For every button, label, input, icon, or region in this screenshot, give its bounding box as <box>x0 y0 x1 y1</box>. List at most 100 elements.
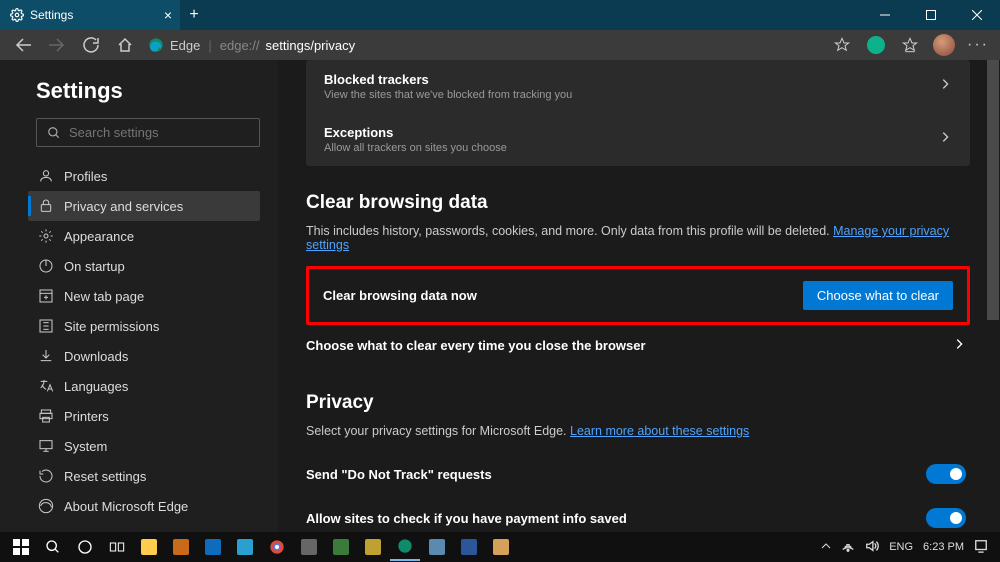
notifications-icon[interactable] <box>974 539 988 556</box>
sidebar-item-profiles[interactable]: Profiles <box>28 161 260 191</box>
choose-what-to-clear-button[interactable]: Choose what to clear <box>803 281 953 310</box>
chevron-right-icon <box>938 77 952 96</box>
taskbar-app-mail[interactable] <box>198 533 228 561</box>
sidebar-item-label: About Microsoft Edge <box>64 499 188 514</box>
search-icon <box>47 126 61 140</box>
taskbar-app-store[interactable] <box>166 533 196 561</box>
windows-taskbar: ENG 6:23 PM <box>0 532 1000 562</box>
tray-lang[interactable]: ENG <box>889 541 913 553</box>
url-box[interactable]: Edge | edge://settings/privacy <box>144 37 824 53</box>
sidebar-item-on-startup[interactable]: On startup <box>28 251 260 281</box>
sidebar-item-label: Appearance <box>64 229 134 244</box>
privacy-section-title: Privacy <box>306 392 970 414</box>
start-button[interactable] <box>6 533 36 561</box>
sidebar-item-downloads[interactable]: Downloads <box>28 341 260 371</box>
search-settings-box[interactable] <box>36 118 260 147</box>
network-icon[interactable] <box>841 539 855 556</box>
scrollbar[interactable] <box>986 60 1000 532</box>
window-close-button[interactable] <box>954 0 1000 30</box>
edge-icon <box>148 37 164 53</box>
profile-avatar[interactable] <box>930 31 958 59</box>
url-protocol: edge:// <box>220 38 260 53</box>
taskbar-app-paint[interactable] <box>486 533 516 561</box>
cortana-icon[interactable] <box>70 533 100 561</box>
taskbar-app-edge[interactable] <box>390 533 420 561</box>
sidebar-item-label: Languages <box>64 379 128 394</box>
privacy-section-subtitle: Select your privacy settings for Microso… <box>306 424 970 438</box>
favorites-bar-button[interactable] <box>896 31 924 59</box>
sidebar-item-new-tab-page[interactable]: New tab page <box>28 281 260 311</box>
tray-chevron-icon[interactable] <box>821 541 831 554</box>
settings-title: Settings <box>36 78 260 104</box>
sidebar-item-label: New tab page <box>64 289 144 304</box>
sidebar-item-label: Privacy and services <box>64 199 183 214</box>
clear-section-subtitle: This includes history, passwords, cookie… <box>306 224 970 252</box>
browser-tab[interactable]: Settings × <box>0 0 180 30</box>
scroll-thumb[interactable] <box>987 60 999 320</box>
new-tab-button[interactable]: + <box>180 1 208 29</box>
sidebar-item-label: Downloads <box>64 349 128 364</box>
taskbar-app-generic-4[interactable] <box>422 533 452 561</box>
sidebar-item-label: Printers <box>64 409 109 424</box>
settings-main: Blocked trackers View the sites that we'… <box>278 60 1000 532</box>
sidebar-item-languages[interactable]: Languages <box>28 371 260 401</box>
reset-icon <box>38 468 54 484</box>
sidebar-item-label: On startup <box>64 259 125 274</box>
row-title: Blocked trackers <box>324 72 572 87</box>
sidebar-item-reset-settings[interactable]: Reset settings <box>28 461 260 491</box>
refresh-button[interactable] <box>76 31 106 59</box>
taskbar-app-word[interactable] <box>454 533 484 561</box>
dnt-row: Send "Do Not Track" requests <box>306 452 970 496</box>
tab-title: Settings <box>30 8 73 22</box>
system-tray: ENG 6:23 PM <box>821 539 994 556</box>
clear-now-row: Clear browsing data now Choose what to c… <box>309 269 967 322</box>
window-minimize-button[interactable] <box>862 0 908 30</box>
taskbar-app-photos[interactable] <box>230 533 260 561</box>
clear-section-title: Clear browsing data <box>306 192 970 214</box>
row-title: Exceptions <box>324 125 507 140</box>
sidebar-item-label: System <box>64 439 107 454</box>
exceptions-row[interactable]: Exceptions Allow all trackers on sites y… <box>306 113 970 166</box>
sidebar-item-label: Reset settings <box>64 469 146 484</box>
sidebar-item-label: Profiles <box>64 169 107 184</box>
clear-on-close-row[interactable]: Choose what to clear every time you clos… <box>306 325 970 366</box>
taskbar-app-chrome[interactable] <box>262 533 292 561</box>
extension-green-icon[interactable] <box>862 31 890 59</box>
forward-button[interactable] <box>42 31 72 59</box>
sidebar-item-site-permissions[interactable]: Site permissions <box>28 311 260 341</box>
row-subtitle: Allow all trackers on sites you choose <box>324 142 507 154</box>
person-icon <box>38 168 54 184</box>
tray-time[interactable]: 6:23 PM <box>923 541 964 553</box>
sidebar-item-printers[interactable]: Printers <box>28 401 260 431</box>
home-button[interactable] <box>110 31 140 59</box>
row-title: Send "Do Not Track" requests <box>306 467 492 482</box>
lock-icon <box>38 198 54 214</box>
row-title: Allow sites to check if you have payment… <box>306 511 627 526</box>
search-input[interactable] <box>69 125 249 140</box>
sidebar-item-about-microsoft-edge[interactable]: About Microsoft Edge <box>28 491 260 521</box>
tab-close-button[interactable]: × <box>164 7 172 23</box>
appearance-icon <box>38 228 54 244</box>
learn-more-link[interactable]: Learn more about these settings <box>570 424 749 438</box>
download-icon <box>38 348 54 364</box>
permissions-icon <box>38 318 54 334</box>
window-maximize-button[interactable] <box>908 0 954 30</box>
taskbar-app-explorer[interactable] <box>134 533 164 561</box>
sidebar-item-system[interactable]: System <box>28 431 260 461</box>
sidebar-item-privacy-and-services[interactable]: Privacy and services <box>28 191 260 221</box>
more-menu-button[interactable]: ··· <box>964 31 992 59</box>
dnt-toggle[interactable] <box>926 464 966 484</box>
taskbar-app-generic-3[interactable] <box>358 533 388 561</box>
taskbar-app-generic-1[interactable] <box>294 533 324 561</box>
payment-toggle[interactable] <box>926 508 966 528</box>
sidebar-item-appearance[interactable]: Appearance <box>28 221 260 251</box>
task-view-icon[interactable] <box>102 533 132 561</box>
favorite-button[interactable] <box>828 31 856 59</box>
volume-icon[interactable] <box>865 539 879 556</box>
taskbar-app-generic-2[interactable] <box>326 533 356 561</box>
back-button[interactable] <box>8 31 38 59</box>
blocked-trackers-row[interactable]: Blocked trackers View the sites that we'… <box>306 60 970 113</box>
chevron-right-icon <box>952 337 966 354</box>
url-app-label: Edge <box>170 38 200 53</box>
taskbar-search-icon[interactable] <box>38 533 68 561</box>
